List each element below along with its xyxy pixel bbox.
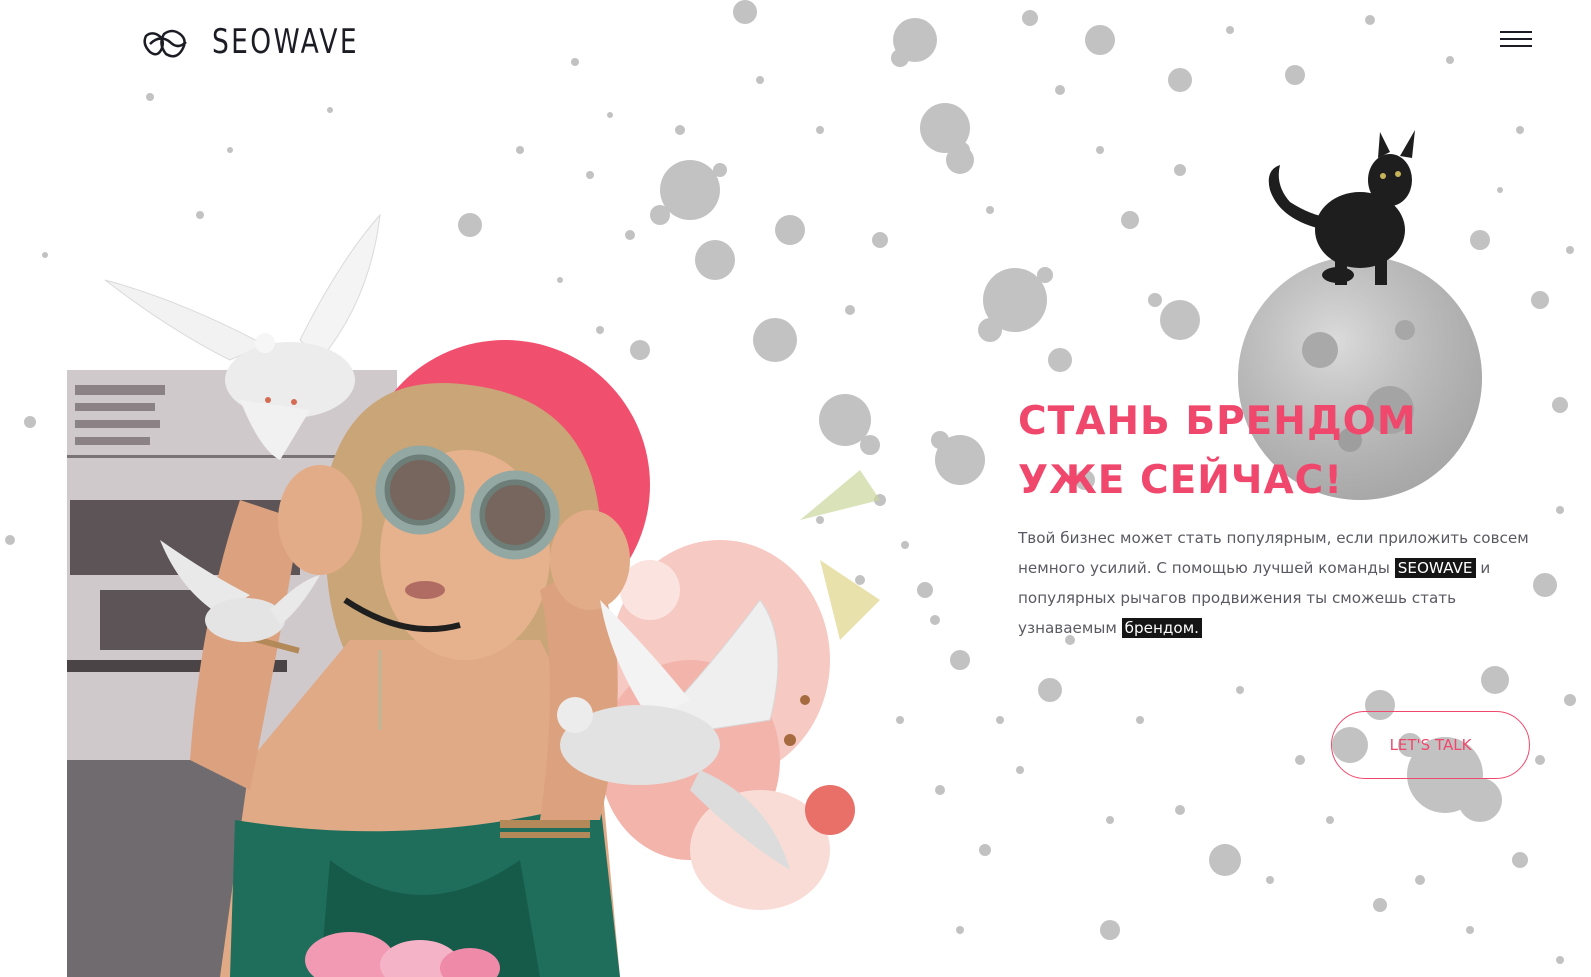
brand-highlight: SEOWAVE — [1394, 558, 1476, 578]
lets-talk-button[interactable]: LET'S TALK — [1331, 711, 1530, 779]
hero-description: Твой бизнес может стать популярным, если… — [1018, 523, 1538, 643]
logo-link[interactable]: SEOWAVE — [140, 22, 400, 62]
hero-title: СТАНЬ БРЕНДОМ УЖЕ СЕЙЧАС! — [1018, 392, 1417, 510]
logo-icon — [143, 29, 187, 58]
hero-title-line-2: УЖЕ СЕЙЧАС! — [1018, 458, 1344, 503]
hero-collage-illustration — [67, 213, 880, 977]
hamburger-icon-line — [1500, 45, 1532, 47]
hero-title-line-1: СТАНЬ БРЕНДОМ — [1018, 399, 1417, 444]
word-highlight: брендом. — [1121, 618, 1202, 638]
hamburger-icon-line — [1500, 38, 1532, 40]
landing-page: SEOWAVE СТАНЬ БРЕНДОМ УЖЕ СЕЙЧАС! Твой б… — [0, 0, 1591, 977]
hamburger-icon-line — [1500, 31, 1532, 33]
logo-text: SEOWAVE — [212, 22, 359, 62]
hamburger-menu-button[interactable] — [1496, 26, 1536, 52]
